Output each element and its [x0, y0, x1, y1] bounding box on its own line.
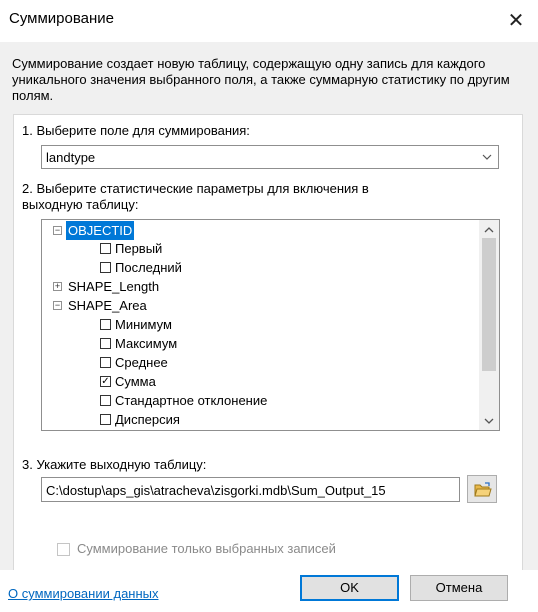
tree-node-label: SHAPE_Length	[68, 279, 160, 294]
statistics-tree[interactable]: − OBJECTID Первый Последний + SHAPE_Leng…	[41, 219, 500, 431]
window-title: Суммирование	[9, 10, 114, 27]
output-table-path: C:\dostup\aps_gis\atracheva\zisgorki.mdb…	[46, 483, 386, 498]
tree-item-label: Стандартное отклонение	[115, 393, 268, 408]
chevron-up-icon[interactable]	[483, 225, 495, 235]
checkbox[interactable]	[100, 243, 111, 254]
output-table-input[interactable]: C:\dostup\aps_gis\atracheva\zisgorki.mdb…	[41, 477, 460, 502]
summarize-field-value: landtype	[46, 150, 96, 165]
scroll-thumb[interactable]	[482, 238, 496, 371]
tree-node-shape-area[interactable]: − SHAPE_Area	[42, 296, 480, 315]
tree-node-label: OBJECTID	[66, 221, 135, 240]
tree-item-label: Минимум	[115, 317, 172, 332]
help-link[interactable]: О суммировании данных	[8, 586, 159, 601]
description-text: Суммирование создает новую таблицу, соде…	[12, 56, 510, 103]
only-selected-label: Суммирование только выбранных записей	[77, 541, 336, 556]
step2-label-line1: 2. Выберите статистические параметры для…	[22, 181, 369, 196]
close-icon[interactable]: ✕	[504, 8, 528, 33]
step1-label: 1. Выберите поле для суммирования:	[22, 123, 250, 138]
step2-label: 2. Выберите статистические параметры для…	[22, 181, 369, 213]
tree-item-label: Среднее	[115, 355, 168, 370]
tree-node-shape-length[interactable]: + SHAPE_Length	[42, 277, 480, 296]
checkbox-checked[interactable]: ✓	[100, 376, 111, 387]
tree-node-label: SHAPE_Area	[68, 298, 147, 313]
tree-node-objectid[interactable]: − OBJECTID	[42, 221, 480, 240]
only-selected-checkbox[interactable]	[57, 543, 70, 556]
tree-item-minimum[interactable]: Минимум	[42, 315, 480, 334]
browse-folder-button[interactable]	[467, 475, 497, 503]
collapse-icon[interactable]: −	[53, 226, 62, 235]
expand-icon[interactable]: +	[53, 282, 62, 291]
tree-item-label: Сумма	[115, 374, 156, 389]
checkbox[interactable]	[100, 414, 111, 425]
tree-item-std-dev[interactable]: Стандартное отклонение	[42, 391, 480, 410]
dialog-body: Суммирование создает новую таблицу, соде…	[0, 42, 538, 572]
tree-item-label: Последний	[115, 260, 182, 275]
tree-item-maximum[interactable]: Максимум	[42, 334, 480, 353]
checkbox[interactable]	[100, 357, 111, 368]
dialog-footer: О суммировании данных OK Отмена	[0, 570, 538, 612]
checkbox[interactable]	[100, 338, 111, 349]
title-bar: Суммирование ✕	[0, 0, 538, 42]
tree-item-first[interactable]: Первый	[42, 239, 480, 258]
open-folder-icon	[474, 482, 492, 497]
statistics-tree-rows: − OBJECTID Первый Последний + SHAPE_Leng…	[42, 220, 480, 430]
collapse-icon[interactable]: −	[53, 301, 62, 310]
checkbox[interactable]	[100, 262, 111, 273]
checkbox[interactable]	[100, 319, 111, 330]
step3-label: 3. Укажите выходную таблицу:	[22, 457, 207, 472]
cancel-button[interactable]: Отмена	[410, 575, 508, 601]
tree-node-landcode[interactable]: + landcode	[42, 427, 480, 430]
summarize-field-dropdown[interactable]: landtype	[41, 145, 499, 169]
tree-item-mean[interactable]: Среднее	[42, 353, 480, 372]
checkbox[interactable]	[100, 395, 111, 406]
tree-scrollbar[interactable]	[479, 220, 499, 430]
chevron-down-icon[interactable]	[483, 416, 495, 426]
tree-item-last[interactable]: Последний	[42, 258, 480, 277]
tree-node-label: landcode	[68, 427, 121, 430]
tree-item-label: Максимум	[115, 336, 178, 351]
tree-item-sum[interactable]: ✓ Сумма	[42, 372, 480, 391]
step2-label-line2: выходную таблицу:	[22, 197, 139, 212]
chevron-down-icon	[482, 154, 492, 160]
ok-button[interactable]: OK	[300, 575, 399, 601]
tree-item-label: Первый	[115, 241, 163, 256]
